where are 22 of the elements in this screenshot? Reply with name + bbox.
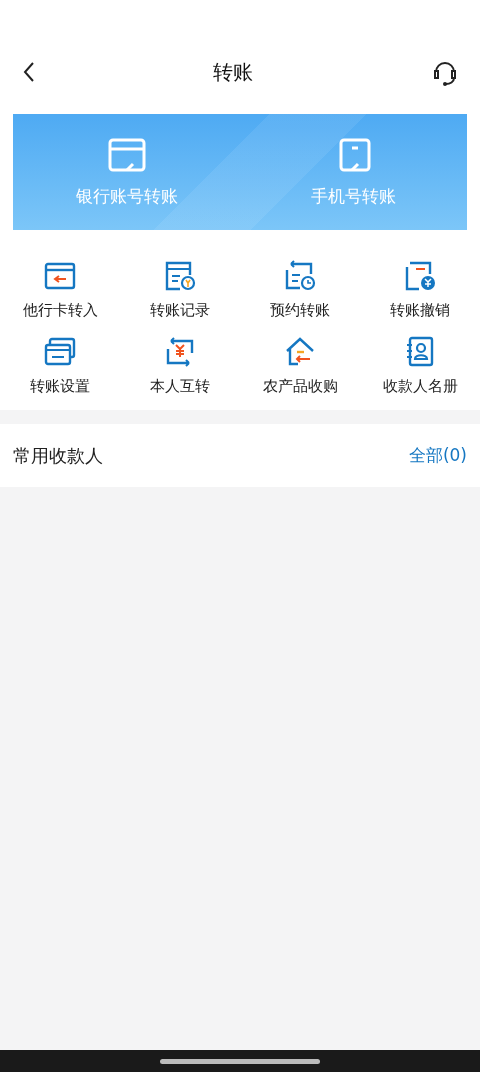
- shortcut-item[interactable]: 转账记录: [150, 260, 210, 320]
- shortcut-item[interactable]: 预约转账: [270, 260, 330, 320]
- exchange-icon: [164, 336, 196, 368]
- contact-book-icon: [404, 336, 436, 368]
- shortcut-item[interactable]: 收款人名册: [382, 336, 458, 396]
- card-icon: [106, 136, 147, 173]
- document-icon: [164, 260, 196, 292]
- section-title: 常用收款人: [13, 443, 103, 468]
- shortcut-item[interactable]: 转账设置: [30, 336, 90, 396]
- clock-icon: [284, 260, 316, 292]
- view-all-link[interactable]: 全部(0): [408, 444, 467, 467]
- yuan-icon: [404, 260, 436, 292]
- back-icon[interactable]: [22, 61, 36, 83]
- home-indicator[interactable]: [160, 1058, 320, 1064]
- shortcut-item[interactable]: 本人互转: [150, 336, 210, 396]
- house-icon: [284, 336, 316, 368]
- shortcut-item[interactable]: 农产品收购: [262, 336, 338, 396]
- page-title: 转账: [213, 58, 253, 86]
- shortcut-item[interactable]: 转账撤销: [390, 260, 450, 320]
- card-icon: [44, 260, 76, 292]
- cards-icon: [44, 336, 76, 368]
- shortcut-item[interactable]: 他行卡转入: [22, 260, 98, 320]
